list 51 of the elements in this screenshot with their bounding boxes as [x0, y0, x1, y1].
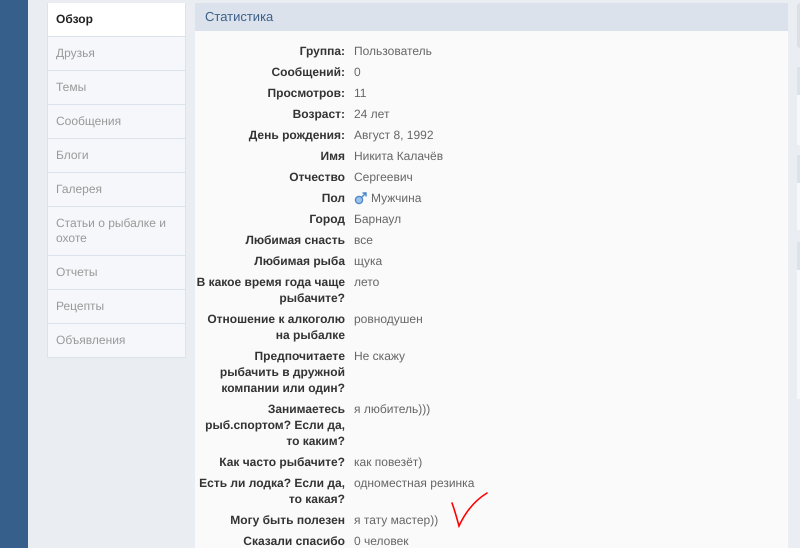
field-label: В какое время года чаще рыбачите?	[196, 274, 345, 306]
field-value: я любитель)))	[354, 401, 430, 417]
male-symbol-icon	[354, 191, 368, 205]
panel-title: Статистика	[195, 3, 788, 31]
field-value: Не скажу	[354, 348, 406, 364]
field-value: 11	[354, 85, 366, 101]
field-value: одноместная резинка	[354, 475, 474, 491]
field-label: Занимаетесь рыб.спортом? Если да, то каким?	[204, 401, 345, 449]
field-label: Пол	[320, 190, 345, 206]
sidebar-item[interactable]: Рецепты	[48, 290, 186, 324]
field-label: Сказали спасибо	[242, 533, 345, 548]
field-label: Предпочитаете рыбачить в дружной компании или один?	[218, 348, 345, 396]
field-value: 24 лет	[354, 106, 390, 122]
sidebar-item[interactable]: Объявления	[48, 324, 186, 358]
field-value: Барнаул	[354, 211, 402, 227]
field-label: Имя	[319, 148, 345, 164]
field-label: Любимая снасть	[244, 232, 345, 248]
field-value: Никита Калачёв	[354, 148, 444, 164]
sidebar-item[interactable]: Обзор	[48, 3, 186, 37]
field-value: я тату мастер))	[354, 512, 438, 528]
field-value: лето	[354, 274, 380, 290]
field-label: Отношение к алкоголю на рыбалке	[206, 311, 345, 343]
field-value: Пользователь	[354, 43, 432, 59]
field-value: как повезёт)	[354, 454, 422, 470]
checkmark-drawing	[450, 491, 490, 529]
sidebar-item[interactable]: Друзья	[48, 37, 186, 71]
sidebar-item[interactable]: Темы	[48, 71, 186, 105]
field-label: Любимая рыба	[253, 253, 345, 269]
field-value: Август 8, 1992	[354, 127, 434, 143]
field-value: 0	[354, 64, 361, 80]
field-label: Группа:	[298, 43, 345, 59]
field-value: Мужчина	[371, 190, 422, 206]
field-label: Как часто рыбачите?	[218, 454, 345, 470]
field-label: Могу быть полезен	[229, 512, 345, 528]
field-value: все	[354, 232, 373, 248]
field-value: щука	[354, 253, 382, 269]
field-label: День рождения:	[248, 127, 345, 143]
sidebar-item[interactable]: Блоги	[48, 139, 186, 173]
field-label: Есть ли лодка? Если да, то какая?	[198, 475, 345, 507]
field-value: Сергеевич	[354, 169, 413, 185]
sidebar-item[interactable]: Сообщения	[48, 105, 186, 139]
sidebar-item[interactable]: Отчеты	[48, 256, 186, 290]
field-label: Возраст:	[292, 106, 345, 122]
field-label: Город	[308, 211, 345, 227]
sidebar-item[interactable]: Статьи о рыбалке и охоте	[48, 207, 186, 256]
field-value: ровнодушен	[354, 311, 423, 327]
sidebar-item[interactable]: Галерея	[48, 173, 186, 207]
field-label: Сообщений:	[270, 64, 345, 80]
field-label: Отчество	[288, 169, 345, 185]
field-label: Просмотров:	[266, 85, 345, 101]
field-value: 0 человек	[354, 533, 409, 548]
